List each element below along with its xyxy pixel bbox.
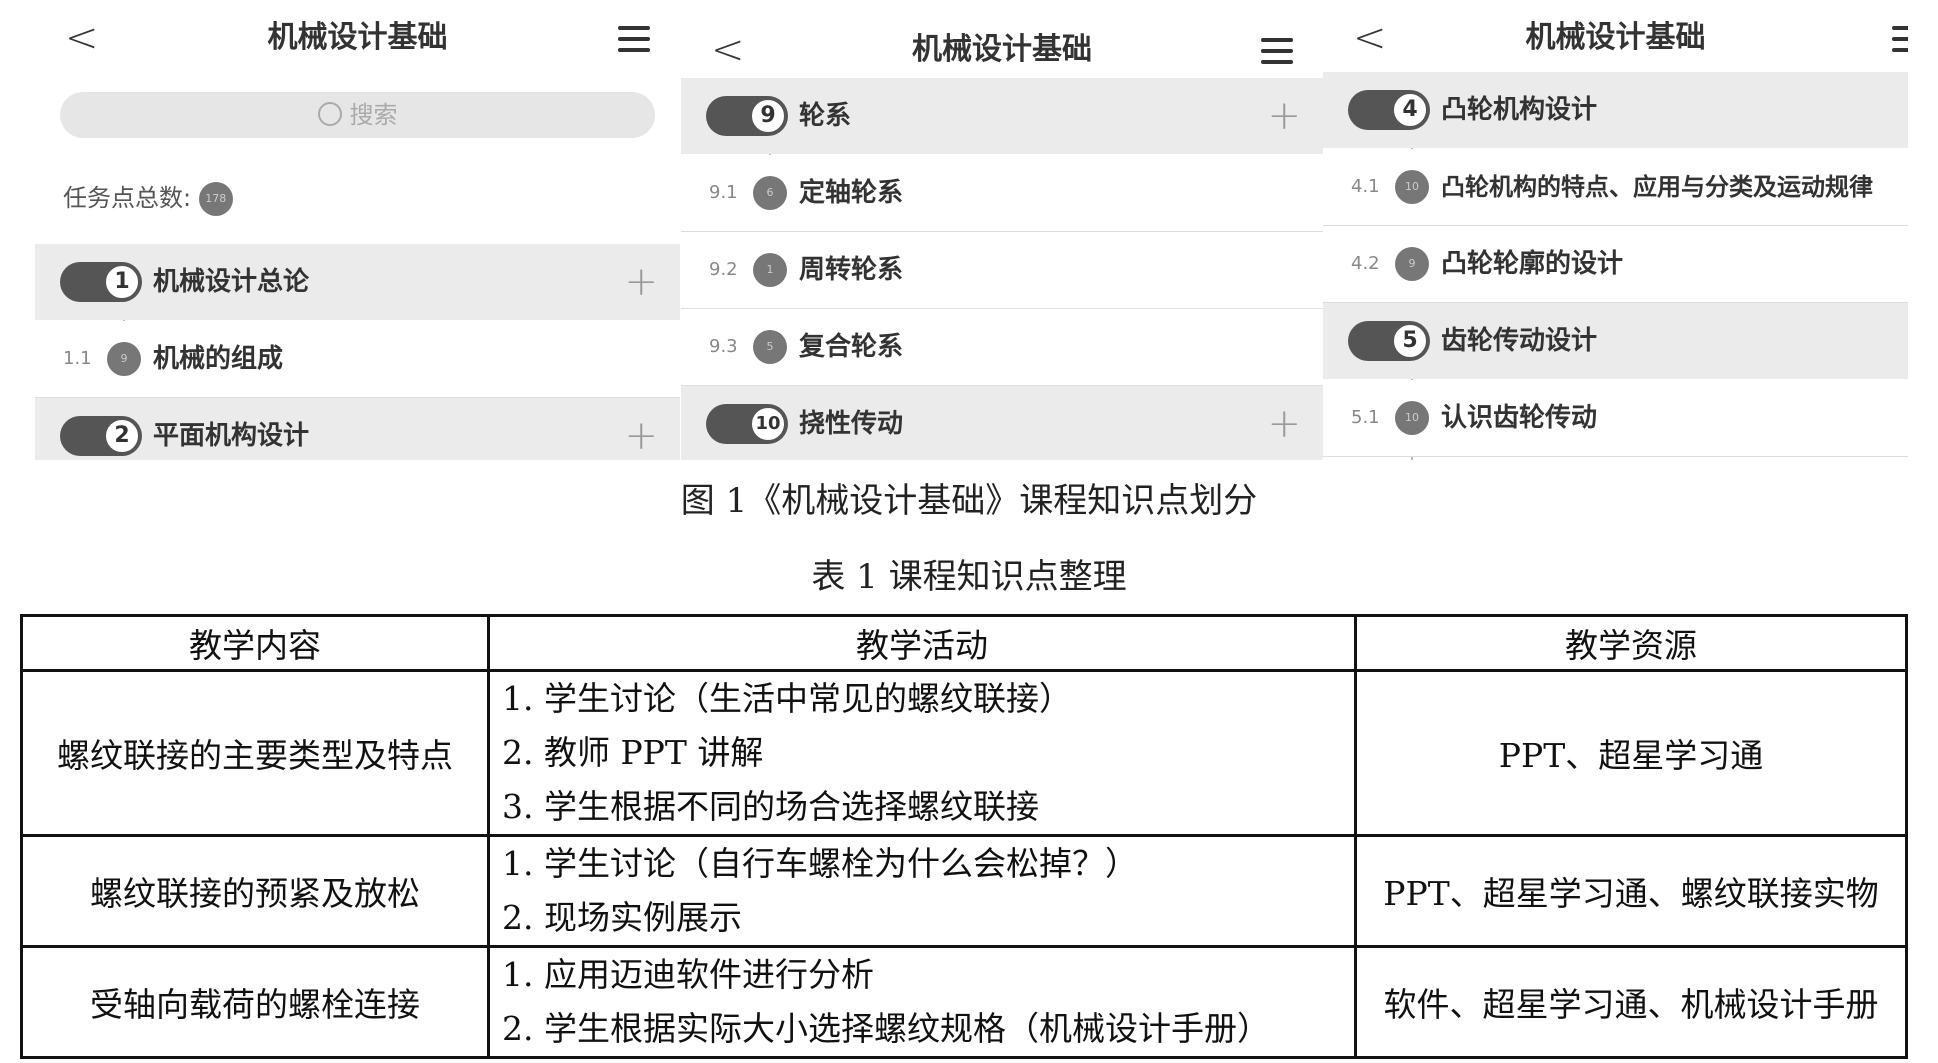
activity-item: 1. 学生讨论（生活中常见的螺纹联接） (502, 679, 1072, 718)
cell-activities: 1. 学生讨论（自行车螺栓为什么会松掉？） 2. 现场实例展示 (487, 834, 1357, 948)
section-label: 凸轮机构的特点、应用与分类及运动规律 (1441, 173, 1873, 201)
header: < 机械设计基础 (35, 0, 680, 80)
section-number: 4.1 (1351, 176, 1380, 197)
section-row[interactable]: 9.3 5 复合轮系 (681, 309, 1323, 386)
chapter-number: 5 (1393, 324, 1427, 358)
column-header: 教学资源 (1354, 614, 1908, 672)
plus-icon[interactable]: + (1267, 386, 1301, 460)
section-badge: 6 (753, 176, 787, 210)
knowledge-table: 教学内容 教学活动 教学资源 螺纹联接的主要类型及特点 1. 学生讨论（生活中常… (20, 614, 1908, 1059)
section-badge: 9 (107, 342, 141, 376)
table-row: 螺纹联接的预紧及放松 1. 学生讨论（自行车螺栓为什么会松掉？） 2. 现场实例… (20, 834, 1908, 948)
app-panel-2: < 机械设计基础 9 轮系 + 9.1 6 定轴轮系 9.2 1 周转轮系 9.… (681, 0, 1323, 460)
cell-resources: PPT、超星学习通、螺纹联接实物 (1354, 834, 1908, 948)
section-number: 1.1 (63, 348, 92, 369)
section-label: 认识齿轮传动 (1441, 403, 1598, 433)
chapter-number: 1 (105, 265, 139, 299)
section-number: 9.3 (709, 336, 738, 357)
task-total-label: 任务点总数: (63, 184, 192, 212)
table-header-row: 教学内容 教学活动 教学资源 (20, 614, 1908, 672)
activity-item: 2. 现场实例展示 (502, 898, 742, 937)
plus-icon[interactable]: + (1267, 78, 1301, 154)
cell-content: 受轴向载荷的螺栓连接 (20, 945, 490, 1059)
chapter-label: 凸轮机构设计 (1441, 95, 1598, 125)
plus-icon[interactable]: + (624, 244, 658, 320)
cell-resources: 软件、超星学习通、机械设计手册 (1354, 945, 1908, 1059)
section-row[interactable]: 4.2 9 凸轮轮廓的设计 (1323, 226, 1908, 303)
section-label: 机械的组成 (153, 344, 284, 374)
chapter-row[interactable]: 1 机械设计总论 + (35, 244, 680, 320)
section-badge: 10 (1395, 401, 1429, 435)
section-number: 4.2 (1351, 253, 1380, 274)
chapter-label: 挠性传动 (799, 409, 904, 439)
section-label: 周转轮系 (799, 255, 904, 285)
activity-item: 3. 学生根据不同的场合选择螺纹联接 (502, 787, 1039, 826)
task-total: 任务点总数: 178 (63, 178, 233, 218)
page-title: 机械设计基础 (1525, 20, 1706, 55)
column-header: 教学内容 (20, 614, 490, 672)
chapter-toggle[interactable]: 2 (60, 416, 142, 456)
task-total-badge: 178 (198, 182, 233, 216)
chapter-row[interactable]: 2 平面机构设计 + (35, 398, 680, 460)
menu-icon[interactable] (1261, 38, 1293, 71)
table-row: 螺纹联接的主要类型及特点 1. 学生讨论（生活中常见的螺纹联接） 2. 教师 P… (20, 669, 1908, 837)
activity-item: 2. 学生根据实际大小选择螺纹规格（机械设计手册） (502, 1009, 1270, 1048)
section-badge: 1 (753, 253, 787, 287)
chapter-label: 平面机构设计 (153, 421, 310, 451)
chapter-number: 4 (1393, 93, 1427, 127)
activity-item: 1. 应用迈迪软件进行分析 (502, 955, 874, 994)
chapter-row[interactable]: 9 轮系 + (681, 78, 1323, 154)
table-row: 受轴向载荷的螺栓连接 1. 应用迈迪软件进行分析 2. 学生根据实际大小选择螺纹… (20, 945, 1908, 1059)
cell-activities: 1. 应用迈迪软件进行分析 2. 学生根据实际大小选择螺纹规格（机械设计手册） (487, 945, 1357, 1059)
app-panel-3: < 机械设计基础 4 凸轮机构设计 4.1 10 凸轮机构的特点、应用与分类及运… (1323, 0, 1908, 460)
section-badge: 10 (1395, 170, 1429, 204)
cell-resources: PPT、超星学习通 (1354, 669, 1908, 837)
activity-item: 1. 学生讨论（自行车螺栓为什么会松掉？） (502, 844, 1138, 883)
chapter-toggle[interactable]: 1 (60, 262, 142, 302)
menu-icon[interactable] (1892, 26, 1908, 59)
chapter-toggle[interactable]: 5 (1348, 321, 1430, 361)
chapter-row[interactable]: 10 挠性传动 + (681, 386, 1323, 460)
chapter-toggle[interactable]: 10 (706, 404, 788, 444)
section-label: 凸轮轮廓的设计 (1441, 249, 1624, 279)
section-label: 定轴轮系 (799, 178, 904, 208)
section-number: 9.2 (709, 259, 738, 280)
chapter-toggle[interactable]: 4 (1348, 90, 1430, 130)
section-row[interactable]: 1.1 9 机械的组成 (35, 321, 680, 398)
section-row[interactable]: 9.1 6 定轴轮系 (681, 155, 1323, 232)
chapter-row[interactable]: 5 齿轮传动设计 (1323, 303, 1908, 379)
chapter-row[interactable]: 4 凸轮机构设计 (1323, 72, 1908, 148)
page-title: 机械设计基础 (267, 20, 448, 55)
search-placeholder: 搜索 (349, 101, 398, 129)
section-row[interactable]: 9.2 1 周转轮系 (681, 232, 1323, 309)
cell-content: 螺纹联接的主要类型及特点 (20, 669, 490, 837)
cell-activities: 1. 学生讨论（生活中常见的螺纹联接） 2. 教师 PPT 讲解 3. 学生根据… (487, 669, 1357, 837)
chapter-label: 机械设计总论 (153, 267, 310, 297)
section-badge: 9 (1395, 247, 1429, 281)
page-title: 机械设计基础 (912, 32, 1092, 67)
chapter-label: 轮系 (799, 101, 852, 131)
chapter-number: 9 (751, 99, 785, 133)
chapter-toggle[interactable]: 9 (706, 96, 788, 136)
search-icon (317, 102, 342, 126)
search-input[interactable]: 搜索 (60, 92, 655, 138)
chapter-number: 10 (751, 407, 785, 441)
section-row[interactable]: 5.1 10 认识齿轮传动 (1323, 380, 1908, 457)
plus-icon[interactable]: + (624, 398, 658, 460)
column-header: 教学活动 (487, 614, 1357, 672)
section-number: 9.1 (709, 182, 738, 203)
section-number: 5.1 (1351, 407, 1380, 428)
chapter-label: 齿轮传动设计 (1441, 326, 1598, 356)
chapter-number: 2 (105, 419, 139, 453)
section-label: 复合轮系 (799, 332, 904, 362)
app-panel-1: < 机械设计基础 搜索 任务点总数: 178 1 机械设计总论 + 1.1 9 … (35, 0, 680, 460)
table-caption: 表 1 课程知识点整理 (811, 557, 1127, 597)
section-row[interactable]: 4.1 10 凸轮机构的特点、应用与分类及运动规律 (1323, 149, 1908, 226)
section-badge: 5 (753, 330, 787, 364)
figure-caption: 图 1《机械设计基础》课程知识点划分 (680, 481, 1258, 521)
menu-icon[interactable] (618, 26, 650, 59)
cell-content: 螺纹联接的预紧及放松 (20, 834, 490, 948)
header: < 机械设计基础 (1323, 0, 1908, 80)
activity-item: 2. 教师 PPT 讲解 (502, 733, 764, 772)
